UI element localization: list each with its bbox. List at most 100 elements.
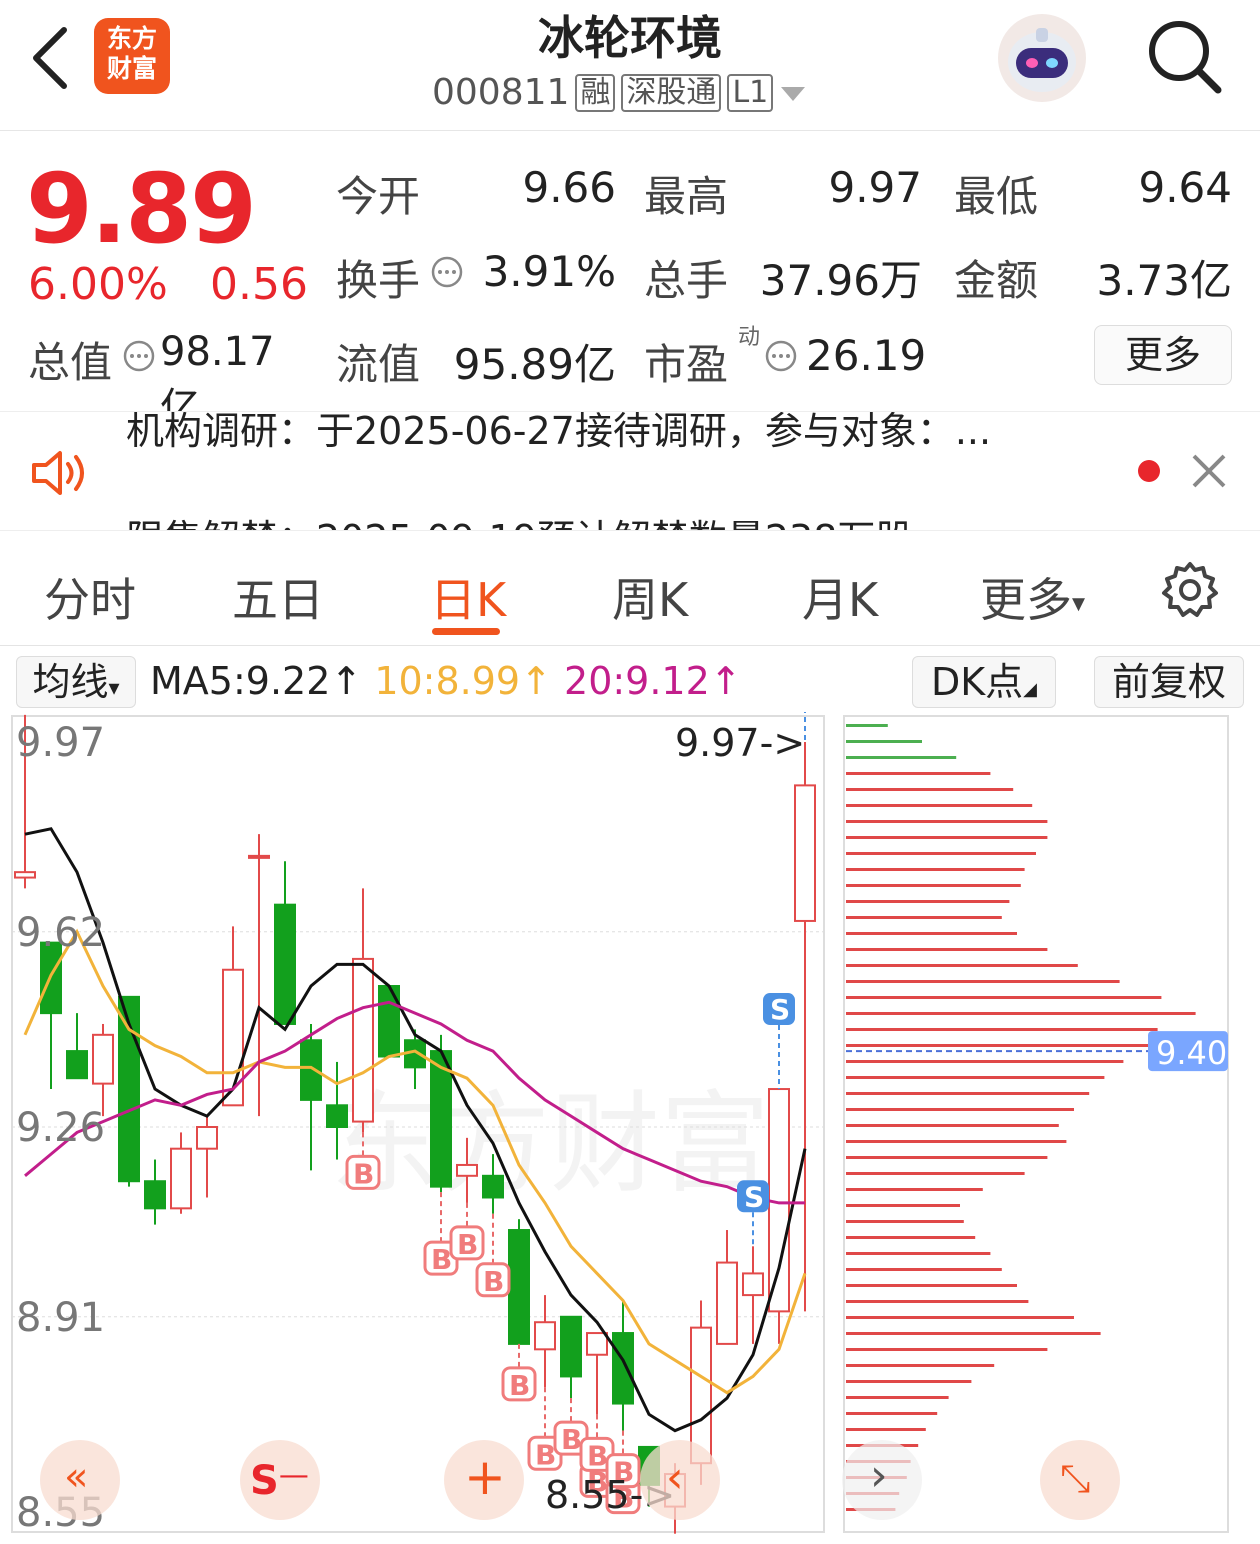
ma-values: MA5:9.22↑ 10:8.99↑ 20:9.12↑ bbox=[150, 656, 742, 706]
tab-more[interactable]: 更多▾ bbox=[980, 564, 1085, 630]
dk-point-dropdown[interactable]: DK点◢ bbox=[912, 656, 1056, 708]
y-axis-tick-label: 8.91 bbox=[16, 1295, 105, 1341]
tab-five-day[interactable]: 五日 bbox=[232, 564, 324, 630]
add-drawing-button[interactable]: + bbox=[444, 1440, 524, 1520]
volume-profile-bar bbox=[846, 1108, 1074, 1111]
watermark-logo: 东方财富 bbox=[330, 1080, 770, 1208]
more-button[interactable]: 更多 bbox=[1094, 325, 1232, 385]
stock-code-row[interactable]: 000811 融 深股通 L1 bbox=[432, 72, 807, 113]
expand-profile-button[interactable]: › bbox=[842, 1440, 922, 1520]
high-label: 最高 bbox=[644, 172, 729, 221]
buy-signal-letter: B bbox=[457, 1228, 478, 1261]
volume-profile-bar bbox=[846, 788, 1014, 791]
forward-adjust-button[interactable]: 前复权 bbox=[1094, 656, 1244, 708]
ma-selector-dropdown[interactable]: 均线▾ bbox=[16, 656, 136, 708]
pe-dynamic-superscript: 动 bbox=[738, 325, 761, 350]
volume-profile-bar bbox=[846, 804, 1033, 807]
volume-profile-bar bbox=[846, 868, 1025, 871]
volume-profile-bar bbox=[846, 1300, 1029, 1303]
eastmoney-logo[interactable]: 东方 财富 bbox=[94, 18, 170, 94]
volume-profile-bar bbox=[846, 996, 1162, 999]
last-price: 9.89 bbox=[26, 153, 257, 265]
open-value: 9.66 bbox=[522, 163, 616, 212]
back-arrow-icon[interactable] bbox=[28, 26, 72, 90]
double-chevron-left-icon: « bbox=[64, 1454, 89, 1500]
buy-signal-letter: B bbox=[509, 1369, 530, 1402]
candle-body bbox=[92, 1033, 114, 1085]
candle-body bbox=[14, 871, 36, 879]
dropdown-caret-icon[interactable] bbox=[779, 83, 807, 103]
ticker-line-unlock[interactable]: 限售解禁：2025-09-19预计解禁数量238万股 bbox=[126, 508, 913, 530]
scroll-left-button[interactable]: « bbox=[40, 1440, 120, 1520]
open-label: 今开 bbox=[336, 172, 421, 221]
candle-body bbox=[170, 1147, 192, 1210]
float-value-label: 流值 bbox=[336, 340, 421, 389]
amount-value: 3.73亿 bbox=[1096, 256, 1232, 305]
volume-profile-bar bbox=[846, 1140, 1067, 1143]
volume-label: 总手 bbox=[644, 256, 729, 305]
tab-monthly-k[interactable]: 月K bbox=[802, 564, 878, 630]
fullscreen-button[interactable]: ⤡ bbox=[1040, 1440, 1120, 1520]
y-axis-tick-label: 9.62 bbox=[16, 910, 105, 956]
sell-signal-letter: S bbox=[770, 993, 790, 1026]
candle-body bbox=[274, 903, 296, 1025]
stock-code: 000811 bbox=[432, 72, 570, 113]
pe-label: 市盈 bbox=[644, 340, 729, 389]
buy-signal-letter: B bbox=[587, 1439, 608, 1472]
buy-signal-letter: B bbox=[431, 1243, 452, 1276]
candle-body bbox=[482, 1174, 504, 1199]
volume-profile-bar bbox=[846, 1364, 995, 1367]
volume-profile-bar bbox=[846, 1220, 964, 1223]
change-percent: 6.00% bbox=[28, 259, 168, 310]
volume-profile-bar bbox=[846, 1396, 949, 1399]
volume-profile-bar bbox=[846, 1044, 1188, 1047]
margin-tag: 融 bbox=[575, 73, 616, 112]
ticker-line-research[interactable]: 机构调研：于2025-06-27接待调研，参与对象：... bbox=[126, 412, 991, 455]
volume-profile-bar bbox=[846, 980, 1120, 983]
active-tab-underline bbox=[432, 628, 500, 635]
change-amount: 0.56 bbox=[210, 259, 308, 310]
candle-body bbox=[196, 1126, 218, 1150]
turnover-value: 3.91% bbox=[482, 247, 616, 296]
volume-profile-bar bbox=[846, 740, 922, 743]
close-icon[interactable] bbox=[1190, 452, 1228, 490]
volume-profile-bar bbox=[846, 932, 1017, 935]
volume-profile-bar bbox=[846, 1284, 1017, 1287]
ma5-value: MA5:9.22 bbox=[150, 659, 331, 703]
news-ticker[interactable]: 机构调研：于2025-06-27接待调研，参与对象：... 限售解禁：2025-… bbox=[0, 411, 1260, 531]
info-icon[interactable] bbox=[122, 339, 156, 373]
expand-arrows-icon: ⤡ bbox=[1060, 1456, 1091, 1500]
volume-profile-bar bbox=[846, 772, 991, 775]
info-icon[interactable] bbox=[764, 339, 798, 373]
ma-selector-label: 均线 bbox=[32, 660, 109, 704]
period-tabs: 分时 五日 日K 周K 月K 更多▾ bbox=[0, 530, 1260, 646]
y-axis-tick-label: 9.97 bbox=[16, 720, 105, 766]
buy-signal-letter: B bbox=[353, 1157, 374, 1190]
volume-profile-bar bbox=[846, 1076, 1105, 1079]
scroll-right-button[interactable]: ‹ bbox=[640, 1440, 720, 1520]
candle-body bbox=[560, 1315, 582, 1378]
volume-profile-bar bbox=[846, 1236, 976, 1239]
chevron-right-icon: › bbox=[870, 1450, 888, 1501]
tab-daily-k[interactable]: 日K bbox=[430, 564, 506, 630]
robot-assistant-icon[interactable] bbox=[996, 12, 1088, 104]
quote-panel: 9.89 6.00% 0.56 总值 98.17亿 今开 9.66 最高 9.9… bbox=[0, 131, 1260, 431]
candle-body bbox=[508, 1229, 530, 1345]
float-value: 95.89亿 bbox=[453, 340, 616, 389]
volume-profile-bar bbox=[846, 884, 1021, 887]
settings-gear-icon[interactable] bbox=[1160, 560, 1220, 620]
high-value: 9.97 bbox=[828, 163, 922, 212]
s-signal-button[interactable]: S— bbox=[240, 1440, 320, 1520]
ma-indicator-bar: 均线▾ MA5:9.22↑ 10:8.99↑ 20:9.12↑ DK点◢ 前复权 bbox=[0, 650, 1260, 712]
ma20-up-arrow-icon: ↑ bbox=[709, 659, 742, 703]
stock-name: 冰轮环境 bbox=[538, 11, 722, 65]
tab-weekly-k[interactable]: 周K bbox=[612, 564, 688, 630]
search-icon[interactable] bbox=[1144, 16, 1224, 96]
tab-intraday[interactable]: 分时 bbox=[44, 564, 136, 630]
kline-chart[interactable]: 东方财富 9.40 BBBBBBBBBBBSSS 9.979.629.268.9… bbox=[0, 712, 1260, 1544]
volume-value: 37.96万 bbox=[759, 256, 922, 305]
sell-signal-letter: S bbox=[744, 1180, 764, 1213]
info-icon[interactable] bbox=[430, 255, 464, 289]
plus-icon: + bbox=[464, 1448, 506, 1506]
candle-body bbox=[144, 1180, 166, 1210]
